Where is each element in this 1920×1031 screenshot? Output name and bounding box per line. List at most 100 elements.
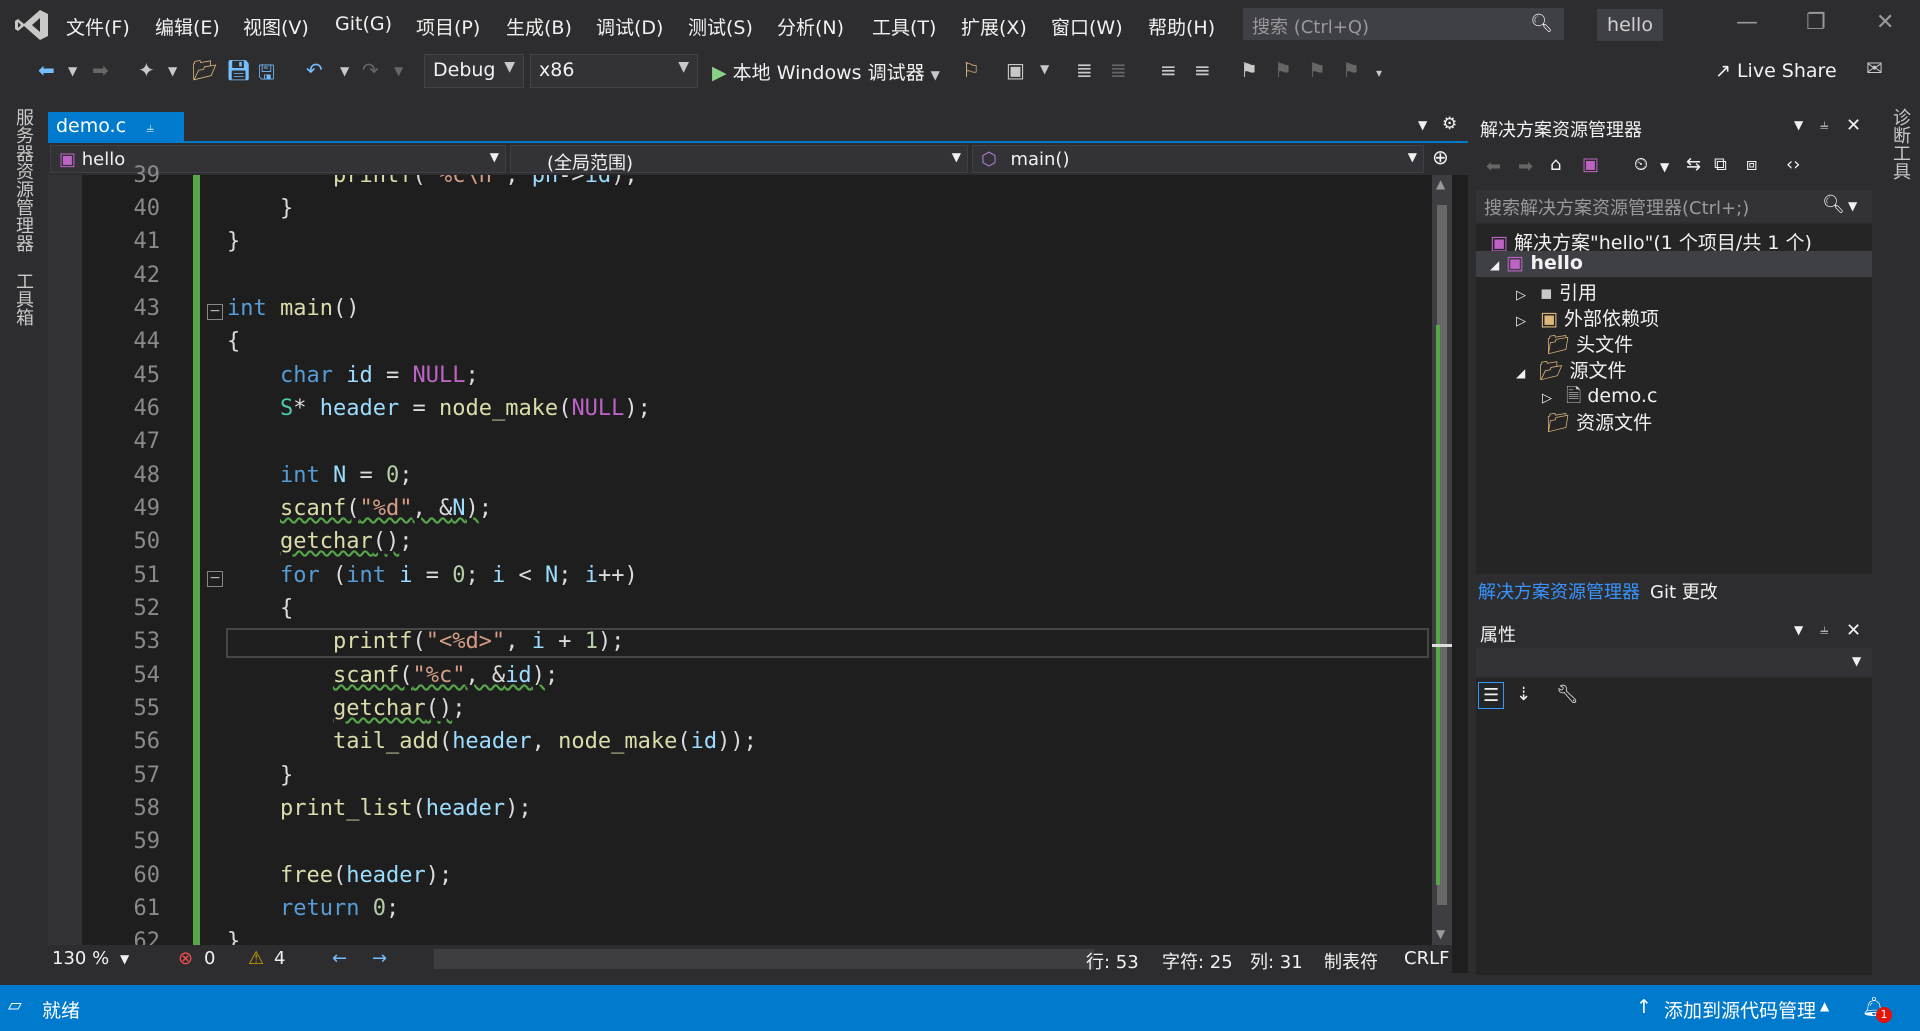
error-count[interactable]: 0 <box>204 948 215 969</box>
vertical-scrollbar[interactable]: ▲ ▼ <box>1432 175 1452 945</box>
chevron-down-icon[interactable]: ▼ <box>1794 623 1803 637</box>
menu-git[interactable]: Git(G) <box>335 13 392 35</box>
menu-project[interactable]: 项目(P) <box>416 13 480 40</box>
scroll-up-icon[interactable]: ▲ <box>1436 177 1445 191</box>
toolbar-overflow-icon[interactable]: ▾ <box>1376 66 1382 80</box>
screenshot-icon[interactable]: ▣ <box>1006 58 1025 82</box>
undo-dropdown-icon[interactable]: ▼ <box>340 64 349 78</box>
screenshot-dropdown-icon[interactable]: ▼ <box>1040 62 1049 76</box>
browser-link-icon[interactable]: ⚐ <box>962 58 980 82</box>
minimize-icon[interactable]: — <box>1736 10 1758 35</box>
back-icon[interactable]: ⬅ <box>38 58 55 82</box>
redo-dropdown-icon[interactable]: ▼ <box>394 64 403 78</box>
home-icon[interactable]: ⌂ <box>1550 154 1561 175</box>
uncomment-icon[interactable]: ≡ <box>1194 58 1211 82</box>
step-out-icon[interactable]: ≣ <box>1110 58 1127 82</box>
solution-config-select[interactable]: Debug ▼ <box>424 54 524 88</box>
solution-search-input[interactable]: 搜索解决方案资源管理器(Ctrl+;) 🔍︎ ▼ <box>1476 190 1872 222</box>
visual-studio-logo-icon[interactable] <box>14 8 50 42</box>
tab-overflow-icon[interactable]: ▼ <box>1418 118 1427 132</box>
pin-icon[interactable]: ⫨ <box>146 120 154 136</box>
prev-issue-icon[interactable]: ← <box>332 948 347 969</box>
toolbox-tab[interactable]: 工具箱 <box>10 272 36 326</box>
new-dropdown-icon[interactable]: ▼ <box>168 64 177 78</box>
switch-views-icon[interactable]: ▣ <box>1582 154 1599 175</box>
scroll-down-icon[interactable]: ▼ <box>1436 927 1445 941</box>
diagnostics-tab[interactable]: 诊断工具 <box>1887 108 1913 180</box>
tab-solution-explorer[interactable]: 解决方案资源管理器 <box>1478 578 1640 604</box>
menu-analyze[interactable]: 分析(N) <box>777 13 844 40</box>
pending-changes-icon[interactable]: ⏲ <box>1634 154 1648 175</box>
code-text-area[interactable]: printf("%c\n", pn->id); } } int main() {… <box>205 175 1430 945</box>
live-share-button[interactable]: ↗ Live Share <box>1715 60 1837 82</box>
collapsed-icon[interactable]: ▷ <box>1516 314 1526 329</box>
tree-item-resource-files[interactable]: 📁︎ 资源文件 <box>1546 408 1652 435</box>
output-icon[interactable]: ▱ <box>8 995 22 1016</box>
undo-icon[interactable]: ↶ <box>306 58 323 82</box>
sync-icon[interactable]: ⇆ <box>1686 154 1701 175</box>
close-icon[interactable]: ✕ <box>1846 115 1861 136</box>
next-issue-icon[interactable]: → <box>372 948 387 969</box>
chevron-down-icon[interactable]: ▼ <box>1660 160 1669 174</box>
server-explorer-tab[interactable]: 服务器资源管理器 <box>10 108 36 252</box>
warning-count[interactable]: 4 <box>274 948 285 969</box>
back-dropdown-icon[interactable]: ▼ <box>68 64 77 78</box>
save-all-icon[interactable]: 🖫 <box>258 58 275 92</box>
menu-view[interactable]: 视图(V) <box>243 13 309 40</box>
next-bookmark-icon[interactable]: ⚑ <box>1308 58 1326 82</box>
chevron-down-icon[interactable]: ▼ <box>1794 118 1803 132</box>
platform-select[interactable]: x86 ▼ <box>530 54 698 88</box>
properties-object-select[interactable]: ▼ <box>1476 648 1872 676</box>
pin-icon[interactable]: ⫨ <box>1820 620 1828 638</box>
tab-git-changes[interactable]: Git 更改 <box>1650 578 1718 604</box>
expanded-icon[interactable]: ◢ <box>1516 366 1525 380</box>
tab-demo-c[interactable]: demo.c ⫨ ✕ <box>48 112 184 159</box>
categorized-icon[interactable]: ☰ <box>1478 682 1505 709</box>
menu-test[interactable]: 测试(S) <box>688 13 753 40</box>
menu-window[interactable]: 窗口(W) <box>1051 13 1123 40</box>
tree-item-header-files[interactable]: 📁︎ 头文件 <box>1546 330 1633 357</box>
chevron-down-icon[interactable]: ▼ <box>1848 199 1857 213</box>
restore-icon[interactable]: ❐ <box>1806 10 1826 35</box>
alphabetical-icon[interactable]: ⇣ <box>1516 684 1531 705</box>
pin-icon[interactable]: ⫨ <box>1820 115 1828 133</box>
chevron-down-icon[interactable]: ▼ <box>120 952 129 966</box>
bookmark-icon[interactable]: ⚑ <box>1240 58 1258 82</box>
close-icon[interactable]: ✕ <box>1876 10 1894 35</box>
indicator-margin[interactable] <box>48 175 82 945</box>
new-project-icon[interactable]: ✦ <box>138 58 155 82</box>
prev-bookmark-icon[interactable]: ⚑ <box>1274 58 1292 82</box>
split-editor-icon[interactable]: ⊕ <box>1432 145 1449 169</box>
search-input[interactable]: 搜索 (Ctrl+Q) 🔍︎ <box>1243 8 1564 40</box>
chevron-up-icon[interactable]: ▲ <box>1820 999 1829 1013</box>
feedback-icon[interactable]: ✉ <box>1866 56 1883 80</box>
tree-item-external-deps[interactable]: ▷ ▣ 外部依赖项 <box>1516 304 1659 331</box>
project-select[interactable]: ▣ hello ▼ <box>50 145 506 173</box>
line-ending[interactable]: CRLF <box>1404 948 1449 969</box>
collapse-all-icon[interactable]: ⧉ <box>1714 154 1727 175</box>
comment-icon[interactable]: ≡ <box>1160 58 1177 82</box>
close-icon[interactable]: ✕ <box>1846 620 1861 641</box>
menu-edit[interactable]: 编辑(E) <box>155 13 220 40</box>
expanded-icon[interactable]: ◢ <box>1490 258 1499 272</box>
menu-help[interactable]: 帮助(H) <box>1148 13 1215 40</box>
menu-tools[interactable]: 工具(T) <box>872 13 936 40</box>
open-folder-icon[interactable]: 📂︎ <box>192 58 217 82</box>
tree-item-source-files[interactable]: ◢ 📂︎ 源文件 <box>1516 356 1626 383</box>
forward-icon[interactable]: ➡ <box>92 58 109 82</box>
collapsed-icon[interactable]: ▷ <box>1542 391 1552 406</box>
clear-bookmarks-icon[interactable]: ⚑ <box>1342 58 1360 82</box>
menu-debug[interactable]: 调试(D) <box>596 13 663 40</box>
redo-icon[interactable]: ↷ <box>362 58 379 82</box>
menu-file[interactable]: 文件(F) <box>66 13 130 40</box>
indent-mode[interactable]: 制表符 <box>1324 948 1378 974</box>
start-debugging-button[interactable]: ▶ 本地 Windows 调试器 ▼ <box>712 58 940 85</box>
collapsed-icon[interactable]: ▷ <box>1516 288 1526 303</box>
menu-extensions[interactable]: 扩展(X) <box>961 13 1027 40</box>
property-pages-icon[interactable]: 🔧︎ <box>1556 684 1579 705</box>
member-select[interactable]: ⬡ main() ▼ <box>972 145 1424 173</box>
tree-item-project-hello[interactable]: ◢ ▣ hello <box>1490 252 1583 274</box>
save-icon[interactable]: 💾︎ <box>226 58 251 82</box>
step-into-icon[interactable]: ≣ <box>1076 58 1093 82</box>
horizontal-scrollbar[interactable] <box>434 949 1094 969</box>
